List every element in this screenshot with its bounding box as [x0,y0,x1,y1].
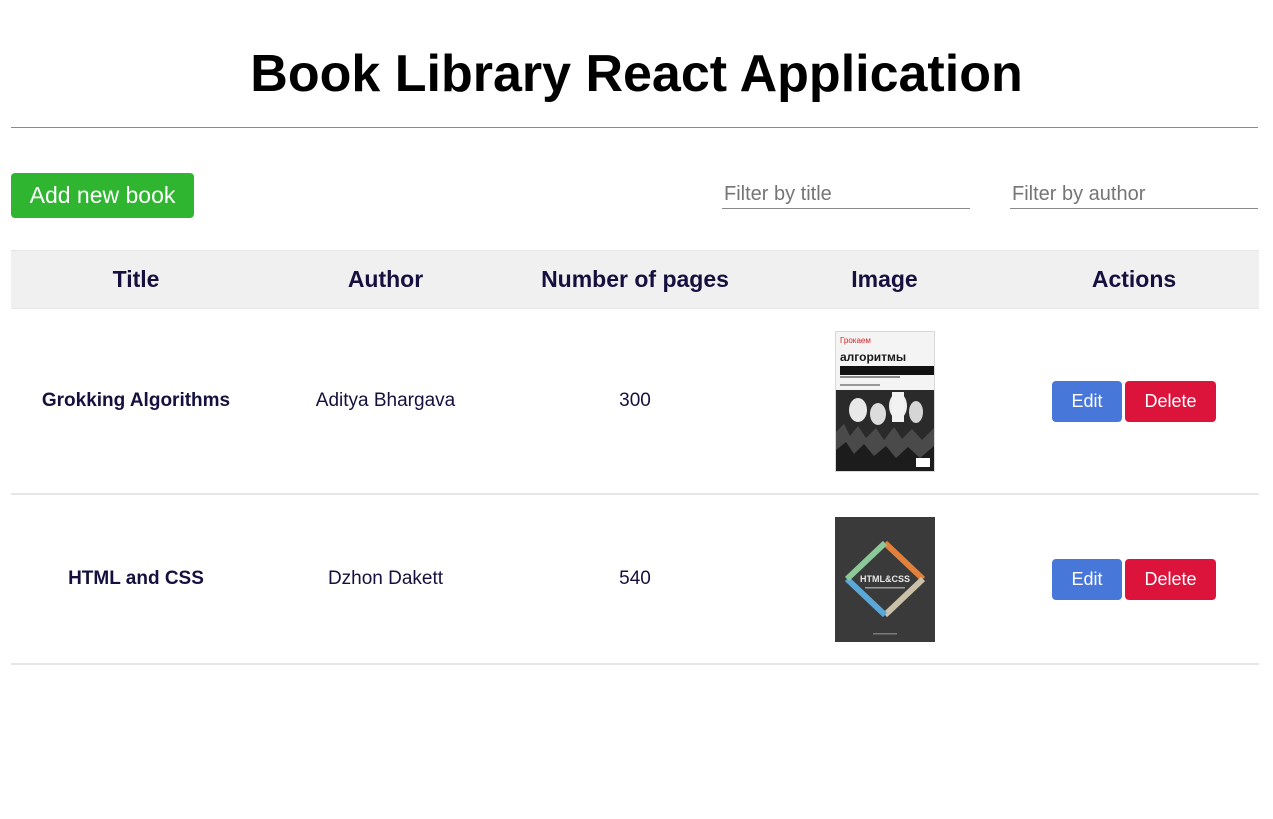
delete-button[interactable]: Delete [1125,380,1216,422]
grokking-algorithms-cover-icon: Грокаем алгоритмы [834,330,935,472]
book-pages: 300 [510,308,760,495]
cover-main-text: алгоритмы [840,350,906,364]
column-header-image: Image [760,250,1009,309]
table-header-row: Title Author Number of pages Image Actio… [11,250,1259,309]
book-image-cell: HTML&CSS [760,494,1009,665]
column-header-pages: Number of pages [510,250,760,309]
html-css-cover-icon: HTML&CSS [834,516,935,642]
add-new-book-button[interactable]: Add new book [11,173,194,218]
book-image-cell: Грокаем алгоритмы [760,308,1009,495]
book-title: Grokking Algorithms [11,308,261,495]
table-row: Grokking Algorithms Aditya Bhargava 300 … [11,308,1259,495]
column-header-actions: Actions [1009,250,1259,309]
page-title: Book Library React Application [250,45,1023,103]
title-divider [11,127,1258,128]
filter-by-title-input[interactable] [722,181,970,209]
book-actions: Edit Delete [1009,308,1259,495]
edit-button[interactable]: Edit [1052,380,1122,422]
book-title: HTML and CSS [11,494,261,665]
cover-main-text: HTML&CSS [860,574,910,584]
column-header-author: Author [261,250,510,309]
edit-button[interactable]: Edit [1052,558,1122,600]
delete-button[interactable]: Delete [1125,558,1216,600]
table-row: HTML and CSS Dzhon Dakett 540 HTML&CSS E… [11,494,1259,665]
book-actions: Edit Delete [1009,494,1259,665]
filter-by-author-input[interactable] [1010,181,1258,209]
books-table: Title Author Number of pages Image Actio… [11,250,1259,665]
book-author: Aditya Bhargava [261,308,510,495]
cover-top-text: Грокаем [840,336,871,345]
book-author: Dzhon Dakett [261,494,510,665]
column-header-title: Title [11,250,261,309]
book-pages: 540 [510,494,760,665]
